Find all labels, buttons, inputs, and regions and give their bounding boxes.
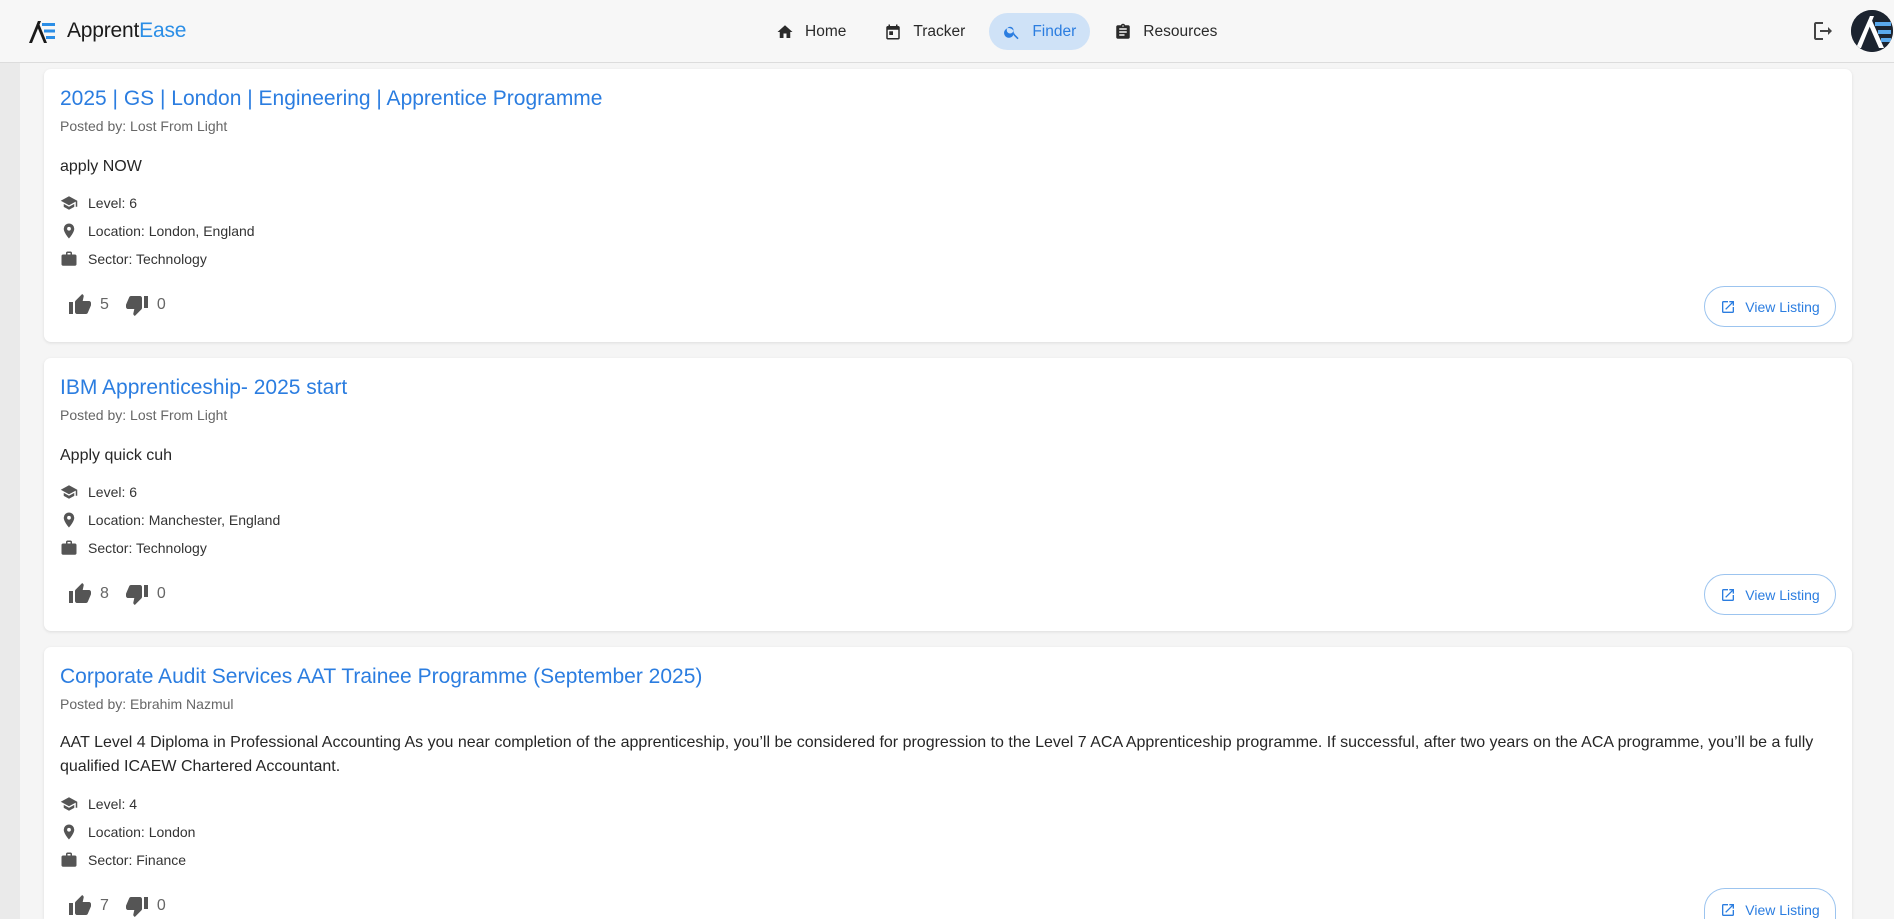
graduation-cap-icon	[60, 483, 78, 501]
downvote-count: 0	[156, 585, 166, 602]
view-listing-label: View Listing	[1745, 298, 1820, 315]
thumbs-down-icon[interactable]	[125, 293, 149, 317]
thumbs-down-icon[interactable]	[125, 582, 149, 606]
listing-location-text: Location: London, England	[88, 223, 255, 239]
logout-icon[interactable]	[1811, 19, 1835, 43]
listing-level: Level: 4	[60, 795, 137, 813]
nav-finder[interactable]: Finder	[989, 13, 1091, 50]
nav-tracker-label: Tracker	[913, 22, 966, 40]
calendar-icon	[884, 23, 902, 41]
thumbs-down-icon[interactable]	[125, 894, 149, 918]
view-listing-button[interactable]: View Listing	[1704, 286, 1836, 327]
home-icon	[776, 23, 794, 41]
listing-posted-by: Posted by: Ebrahim Nazmul	[60, 696, 234, 712]
graduation-cap-icon	[60, 795, 78, 813]
thumbs-up-icon[interactable]	[68, 582, 92, 606]
nav-home[interactable]: Home	[762, 13, 860, 50]
view-listing-button[interactable]: View Listing	[1704, 574, 1836, 615]
nav-tracker[interactable]: Tracker	[870, 13, 979, 50]
listing-sector: Sector: Technology	[60, 250, 207, 268]
listing-description: AAT Level 4 Diploma in Professional Acco…	[60, 734, 1814, 775]
clipboard-icon	[1114, 23, 1132, 41]
listing-sector-text: Sector: Technology	[88, 251, 207, 267]
open-external-icon	[1720, 902, 1736, 918]
listing-votes: 5 0	[68, 293, 166, 317]
listing-sector-text: Sector: Finance	[88, 852, 187, 868]
listing-level-text: Level: 4	[88, 796, 138, 812]
apprentease-logo-icon	[26, 17, 58, 45]
listing-location-text: Location: London	[88, 824, 196, 840]
listing-sector-text: Sector: Technology	[88, 540, 207, 556]
downvote-count: 0	[156, 897, 166, 914]
listing-location-text: Location: Manchester, England	[88, 512, 281, 528]
listing-votes: 7 0	[68, 894, 166, 918]
listing-level: Level: 6	[60, 194, 137, 212]
listing-posted-by: Posted by: Lost From Light	[60, 407, 228, 423]
upvote-count: 5	[100, 296, 109, 313]
listing-posted-by: Posted by: Lost From Light	[60, 118, 228, 134]
downvote-count: 0	[156, 296, 166, 313]
view-listing-label: View Listing	[1745, 902, 1820, 918]
brand-logo[interactable]: ApprentEase	[26, 17, 186, 45]
briefcase-icon	[60, 539, 78, 557]
listing-card: Corporate Audit Services AAT Trainee Pro…	[44, 647, 1852, 919]
thumbs-up-icon[interactable]	[68, 894, 92, 918]
upvote-count: 7	[100, 897, 109, 914]
briefcase-icon	[60, 851, 78, 869]
listing-votes: 8 0	[68, 582, 166, 606]
listing-level-text: Level: 6	[88, 484, 138, 500]
location-pin-icon	[60, 823, 78, 841]
brand-name-suffix: Ease	[139, 19, 187, 42]
view-listing-label: View Listing	[1745, 586, 1820, 603]
brand-name-prefix: Apprent	[67, 19, 140, 42]
listing-card: IBM Apprenticeship- 2025 start Posted by…	[44, 358, 1852, 631]
nav-resources[interactable]: Resources	[1100, 13, 1231, 50]
listing-title[interactable]: Corporate Audit Services AAT Trainee Pro…	[60, 665, 702, 689]
listing-description: Apply quick cuh	[60, 447, 173, 464]
thumbs-up-icon[interactable]	[68, 293, 92, 317]
listing-location: Location: London, England	[60, 222, 255, 240]
location-pin-icon	[60, 222, 78, 240]
upvote-count: 8	[100, 585, 109, 602]
nav-home-label: Home	[805, 22, 847, 40]
brand-name: ApprentEase	[67, 19, 186, 43]
listing-sector: Sector: Finance	[60, 851, 186, 869]
briefcase-icon	[60, 250, 78, 268]
graduation-cap-icon	[60, 194, 78, 212]
main-nav: Home Tracker Finder Resources	[762, 13, 1231, 50]
view-listing-button[interactable]: View Listing	[1704, 888, 1836, 919]
listing-sector: Sector: Technology	[60, 539, 207, 557]
listing-title[interactable]: IBM Apprenticeship- 2025 start	[60, 376, 347, 400]
location-pin-icon	[60, 511, 78, 529]
top-navigation-bar: ApprentEase Home Tracker Finder Resource…	[0, 0, 1894, 63]
user-avatar[interactable]	[1851, 10, 1893, 52]
nav-finder-label: Finder	[1032, 22, 1077, 40]
listing-location: Location: Manchester, England	[60, 511, 280, 529]
open-external-icon	[1720, 299, 1736, 315]
listing-card: 2025 | GS | London | Engineering | Appre…	[44, 69, 1852, 342]
listing-title[interactable]: 2025 | GS | London | Engineering | Appre…	[60, 87, 602, 111]
page-side-rail	[0, 63, 20, 919]
listing-description: apply NOW	[60, 158, 142, 175]
nav-resources-label: Resources	[1143, 22, 1218, 40]
search-icon	[1003, 23, 1021, 41]
open-external-icon	[1720, 587, 1736, 603]
listing-location: Location: London	[60, 823, 195, 841]
listing-level-text: Level: 6	[88, 195, 138, 211]
listing-level: Level: 6	[60, 483, 137, 501]
